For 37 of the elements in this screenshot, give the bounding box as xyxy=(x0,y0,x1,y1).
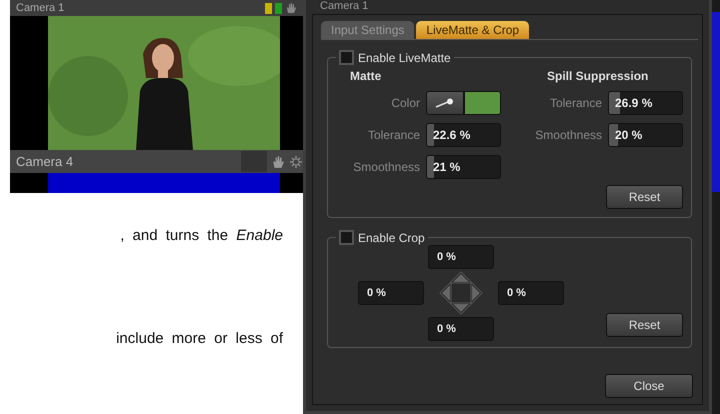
crop-field[interactable]: 0 % xyxy=(358,281,424,305)
eyedropper-button[interactable] xyxy=(426,91,464,115)
paragraph: , and turns the Enable xyxy=(119,227,283,244)
field-label: Smoothness xyxy=(352,160,420,174)
section-heading: Matte xyxy=(349,69,382,83)
checkbox-label: Enable Crop xyxy=(358,230,425,244)
hand-icon[interactable] xyxy=(271,154,285,168)
field-label: Color xyxy=(390,96,420,110)
reset-button[interactable]: Reset xyxy=(606,185,683,209)
color-swatch[interactable] xyxy=(464,91,501,115)
crop-arrows-icon[interactable] xyxy=(439,271,483,315)
hand-icon[interactable] xyxy=(285,2,297,14)
camera-label: Camera 1 xyxy=(16,2,66,14)
field-label: Tolerance xyxy=(366,128,420,142)
checkbox-label: Enable LiveMatte xyxy=(358,50,451,64)
tab[interactable]: LiveMatte & Crop xyxy=(416,21,530,39)
slider-field[interactable]: 22.6 % xyxy=(426,123,501,147)
slider-field[interactable]: 26.9 % xyxy=(608,91,683,115)
camera-label: Camera 4 xyxy=(16,154,74,169)
tally-icon xyxy=(275,2,282,14)
crop-field[interactable]: 0 % xyxy=(428,317,494,341)
checkbox[interactable] xyxy=(339,230,354,245)
paragraph: include more or less of xyxy=(115,330,283,347)
reset-button[interactable]: Reset xyxy=(606,313,683,337)
crop-field[interactable]: 0 % xyxy=(498,281,564,305)
checkbox[interactable] xyxy=(339,50,354,65)
crop-field[interactable]: 0 % xyxy=(428,245,494,269)
tally-icon xyxy=(265,2,272,14)
field-label: Smoothness xyxy=(534,128,602,142)
dialog-title: Camera 1 xyxy=(319,0,370,14)
field-label: Tolerance xyxy=(548,96,602,110)
slider-field[interactable]: 21 % xyxy=(426,155,501,179)
section-heading: Spill Suppression xyxy=(546,69,650,83)
close-button[interactable]: Close xyxy=(605,374,693,398)
gear-icon[interactable] xyxy=(289,154,303,168)
eyedropper-icon xyxy=(434,98,455,108)
slider-field[interactable]: 20 % xyxy=(608,123,683,147)
